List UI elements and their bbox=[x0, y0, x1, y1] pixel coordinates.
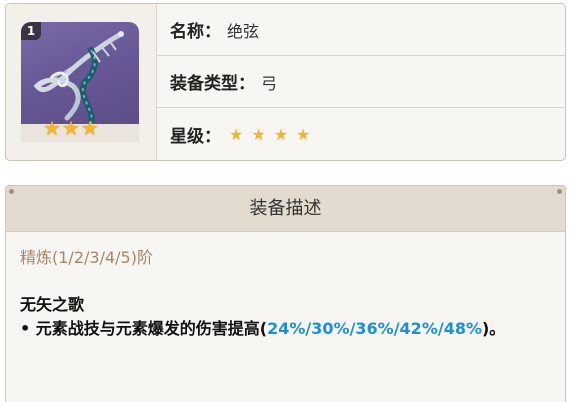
star-icon: ★ bbox=[229, 124, 244, 144]
type-value: 弓 bbox=[261, 73, 278, 93]
skill-suffix: )。 bbox=[481, 319, 506, 338]
description-header: 装备描述 bbox=[6, 186, 565, 232]
weapon-info-card: 1 ★ ★ ★ 名称： 绝弦 装备类型： 弓 星级： ★ ★ ★ ★ bbox=[5, 3, 566, 161]
level-badge: 1 bbox=[21, 22, 41, 40]
name-label: 名称： bbox=[170, 22, 221, 42]
skill-values: 24%/30%/36%/42%/48% bbox=[267, 319, 482, 338]
star-icon: ★ bbox=[251, 124, 266, 144]
weapon-icon-cell: 1 ★ ★ ★ bbox=[6, 4, 157, 160]
star-icon: ★ bbox=[296, 124, 311, 144]
name-row: 名称： 绝弦 bbox=[156, 4, 565, 56]
corner-dot bbox=[9, 189, 14, 194]
refinement-text: 精炼(1/2/3/4/5)阶 bbox=[20, 248, 153, 267]
skill-title: 无矢之歌 bbox=[20, 295, 85, 314]
description-title: 装备描述 bbox=[249, 198, 322, 219]
skill-description: • 元素战技与元素爆发的伤害提高(24%/30%/36%/42%/48%)。 bbox=[20, 316, 550, 341]
name-value: 绝弦 bbox=[227, 21, 260, 41]
star-icon: ★ bbox=[43, 116, 61, 140]
star-icon: ★ bbox=[61, 116, 80, 140]
type-row: 装备类型： 弓 bbox=[156, 56, 565, 108]
bow-icon: 1 ★ ★ ★ bbox=[21, 22, 139, 142]
rarity-label: 星级： bbox=[170, 126, 221, 147]
description-panel: 装备描述 精炼(1/2/3/4/5)阶 无矢之歌 • 元素战技与元素爆发的伤害提… bbox=[5, 185, 566, 402]
icon-star-rating: ★ ★ ★ bbox=[43, 118, 99, 138]
star-icon: ★ bbox=[273, 124, 289, 144]
corner-dot bbox=[557, 189, 562, 194]
rarity-row: 星级： ★ ★ ★ ★ bbox=[156, 108, 565, 160]
weapon-detail-page: 1 ★ ★ ★ 名称： 绝弦 装备类型： 弓 星级： ★ ★ ★ ★ 装备描述 … bbox=[0, 0, 569, 402]
skill-prefix: • 元素战技与元素爆发的伤害提高( bbox=[20, 319, 268, 338]
star-icon: ★ bbox=[80, 116, 99, 140]
rarity-stars: ★ ★ ★ ★ bbox=[229, 125, 310, 144]
type-label: 装备类型： bbox=[170, 74, 255, 94]
